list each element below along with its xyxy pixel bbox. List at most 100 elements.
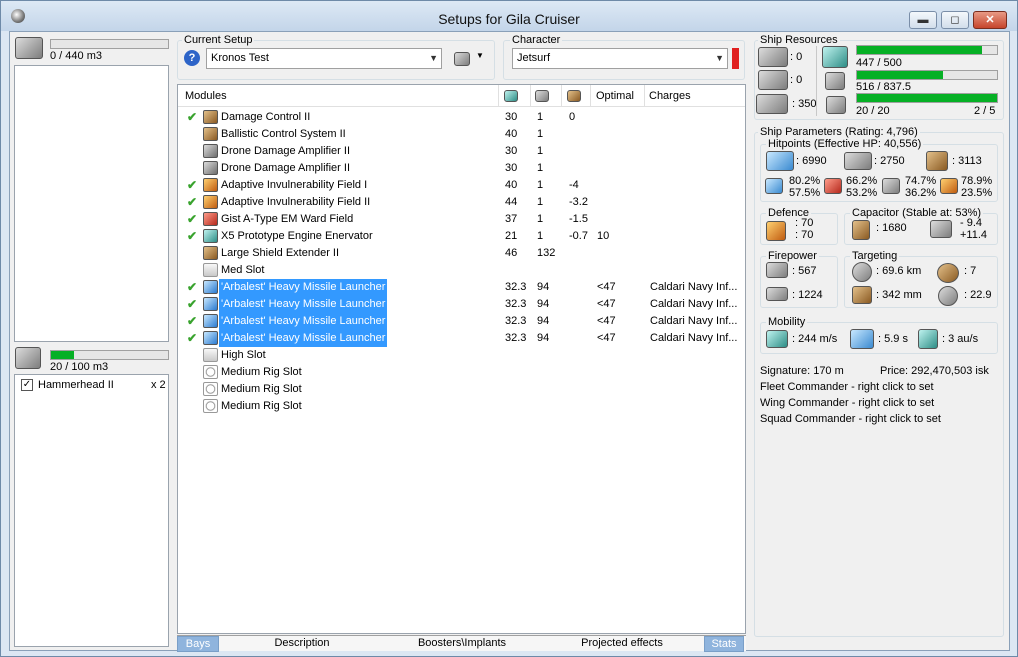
module-active-check-icon: ✔ — [187, 195, 198, 209]
align-time-icon — [850, 329, 874, 349]
setup-select[interactable]: Kronos Test ▼ — [206, 48, 442, 69]
drone-bandwidth-icon — [826, 96, 846, 114]
thermal-resist-armor: 53.2% — [846, 187, 878, 199]
module-row[interactable]: ✔ Adaptive Invulnerability Field II 44 1 -3.… — [179, 194, 744, 211]
module-name[interactable]: 'Arbalest' Heavy Missile Launcher — [219, 279, 388, 296]
col-modules[interactable]: Modules — [185, 85, 227, 107]
module-name[interactable]: 'Arbalest' Heavy Missile Launcher — [219, 330, 388, 347]
module-name[interactable]: Medium Rig Slot — [219, 381, 304, 398]
squad-commander[interactable]: Squad Commander - right click to set — [760, 413, 941, 425]
current-setup-label: Current Setup — [182, 34, 255, 46]
module-powergrid: 1 — [537, 230, 544, 242]
module-charges[interactable]: Caldari Navy Inf... — [650, 313, 737, 330]
drone-list[interactable]: ✓ Hammerhead II x 2 — [14, 374, 169, 647]
cpu-column-icon[interactable] — [504, 90, 518, 102]
module-name[interactable]: Gist A-Type EM Ward Field — [219, 211, 355, 228]
tab-projected-effects[interactable]: Projected effects — [547, 636, 697, 652]
powergrid-progress — [856, 70, 998, 80]
title-bar[interactable]: Setups for Gila Cruiser ▬ ◻ ✕ — [1, 1, 1017, 31]
firepower-label: Firepower — [766, 250, 819, 262]
module-charges[interactable]: Caldari Navy Inf... — [650, 330, 737, 347]
module-name[interactable]: Damage Control II — [219, 109, 312, 126]
module-active-check-icon: ✔ — [187, 331, 198, 345]
powergrid-value: 516 / 837.5 — [856, 81, 912, 93]
module-icon — [203, 382, 218, 396]
dps-icon — [766, 262, 788, 278]
em-resist-icon — [765, 178, 783, 194]
module-row[interactable]: Medium Rig Slot — [179, 364, 744, 381]
cargo-list[interactable] — [14, 65, 169, 342]
module-row[interactable]: ✔ 'Arbalest' Heavy Missile Launcher 32.3 94… — [179, 313, 744, 330]
kinetic-resist-shield: 74.7% — [905, 175, 937, 187]
module-row[interactable]: Med Slot — [179, 262, 744, 279]
wing-commander[interactable]: Wing Commander - right click to set — [760, 397, 934, 409]
hull-icon — [926, 151, 948, 171]
module-name[interactable]: High Slot — [219, 347, 268, 364]
module-name[interactable]: Medium Rig Slot — [219, 364, 304, 381]
module-row[interactable]: Drone Damage Amplifier II 30 1 — [179, 160, 744, 177]
module-name[interactable]: Medium Rig Slot — [219, 398, 304, 415]
em-resist-armor: 57.5% — [789, 187, 821, 199]
modules-table[interactable]: Modules Optimal Charges ✔ Damage Control … — [177, 84, 746, 634]
help-icon[interactable]: ? — [184, 50, 200, 66]
module-name[interactable]: X5 Prototype Engine Enervator — [219, 228, 375, 245]
module-row[interactable]: High Slot — [179, 347, 744, 364]
module-row[interactable]: ✔ X5 Prototype Engine Enervator 21 1 -0.7 10 — [179, 228, 744, 245]
module-row[interactable]: Ballistic Control System II 40 1 — [179, 126, 744, 143]
tab-bays[interactable]: Bays — [177, 636, 219, 652]
module-row[interactable]: ✔ Gist A-Type EM Ward Field 37 1 -1.5 — [179, 211, 744, 228]
module-powergrid: 1 — [537, 145, 544, 157]
module-row[interactable]: Large Shield Extender II 46 132 — [179, 245, 744, 262]
drone-bay-progress — [50, 350, 169, 360]
minimize-button[interactable]: ▬ — [909, 11, 937, 29]
module-capacitor: 0 — [569, 111, 576, 123]
max-velocity: : 244 m/s — [792, 333, 838, 345]
module-name[interactable]: Ballistic Control System II — [219, 126, 348, 143]
module-icon — [203, 348, 218, 362]
drone-name[interactable]: Hammerhead II — [38, 379, 114, 391]
module-charges[interactable]: Caldari Navy Inf... — [650, 296, 737, 313]
module-icon — [203, 280, 218, 294]
setup-tools-dropdown-icon[interactable]: ▼ — [476, 51, 484, 60]
fleet-commander[interactable]: Fleet Commander - right click to set — [760, 381, 934, 393]
ship-resources-label: Ship Resources — [758, 34, 840, 46]
module-row[interactable]: ✔ Damage Control II 30 1 0 — [179, 109, 744, 126]
module-optimal: <47 — [597, 281, 616, 293]
tab-boosters-implants[interactable]: Boosters\Implants — [387, 636, 537, 652]
module-icon — [203, 331, 218, 345]
col-optimal[interactable]: Optimal — [596, 85, 634, 107]
close-button[interactable]: ✕ — [973, 11, 1007, 29]
module-name[interactable]: Adaptive Invulnerability Field II — [219, 194, 372, 211]
module-row[interactable]: ✔ 'Arbalest' Heavy Missile Launcher 32.3 94… — [179, 330, 744, 347]
module-row[interactable]: Drone Damage Amplifier II 30 1 — [179, 143, 744, 160]
module-row[interactable]: ✔ 'Arbalest' Heavy Missile Launcher 32.3 94… — [179, 279, 744, 296]
module-name[interactable]: Med Slot — [219, 262, 266, 279]
module-name[interactable]: Large Shield Extender II — [219, 245, 341, 262]
module-name[interactable]: Adaptive Invulnerability Field I — [219, 177, 369, 194]
armor-hp: : 2750 — [874, 155, 905, 167]
drone-checkbox[interactable]: ✓ — [21, 379, 33, 391]
module-name[interactable]: Drone Damage Amplifier II — [219, 160, 352, 177]
module-charges[interactable]: Caldari Navy Inf... — [650, 279, 737, 296]
module-icon — [203, 212, 218, 226]
character-select[interactable]: Jetsurf ▼ — [512, 48, 728, 69]
module-powergrid: 132 — [537, 247, 556, 259]
module-name[interactable]: 'Arbalest' Heavy Missile Launcher — [219, 313, 388, 330]
maximize-button[interactable]: ◻ — [941, 11, 969, 29]
kinetic-resist-icon — [882, 178, 900, 194]
module-row[interactable]: ✔ 'Arbalest' Heavy Missile Launcher 32.3 94… — [179, 296, 744, 313]
module-name[interactable]: 'Arbalest' Heavy Missile Launcher — [219, 296, 388, 313]
module-row[interactable]: Medium Rig Slot — [179, 398, 744, 415]
module-row[interactable]: Medium Rig Slot — [179, 381, 744, 398]
powergrid-column-icon[interactable] — [535, 90, 549, 102]
setup-tools-icon[interactable] — [454, 52, 470, 66]
module-name[interactable]: Drone Damage Amplifier II — [219, 143, 352, 160]
col-charges[interactable]: Charges — [649, 85, 691, 107]
calibration: : 350 — [792, 98, 817, 110]
scan-resolution: : 342 mm — [876, 289, 922, 301]
capacitor-column-icon[interactable] — [567, 90, 581, 102]
tab-description[interactable]: Description — [227, 636, 377, 652]
tab-stats[interactable]: Stats — [704, 636, 744, 652]
module-active-check-icon: ✔ — [187, 212, 198, 226]
module-row[interactable]: ✔ Adaptive Invulnerability Field I 40 1 -4 — [179, 177, 744, 194]
